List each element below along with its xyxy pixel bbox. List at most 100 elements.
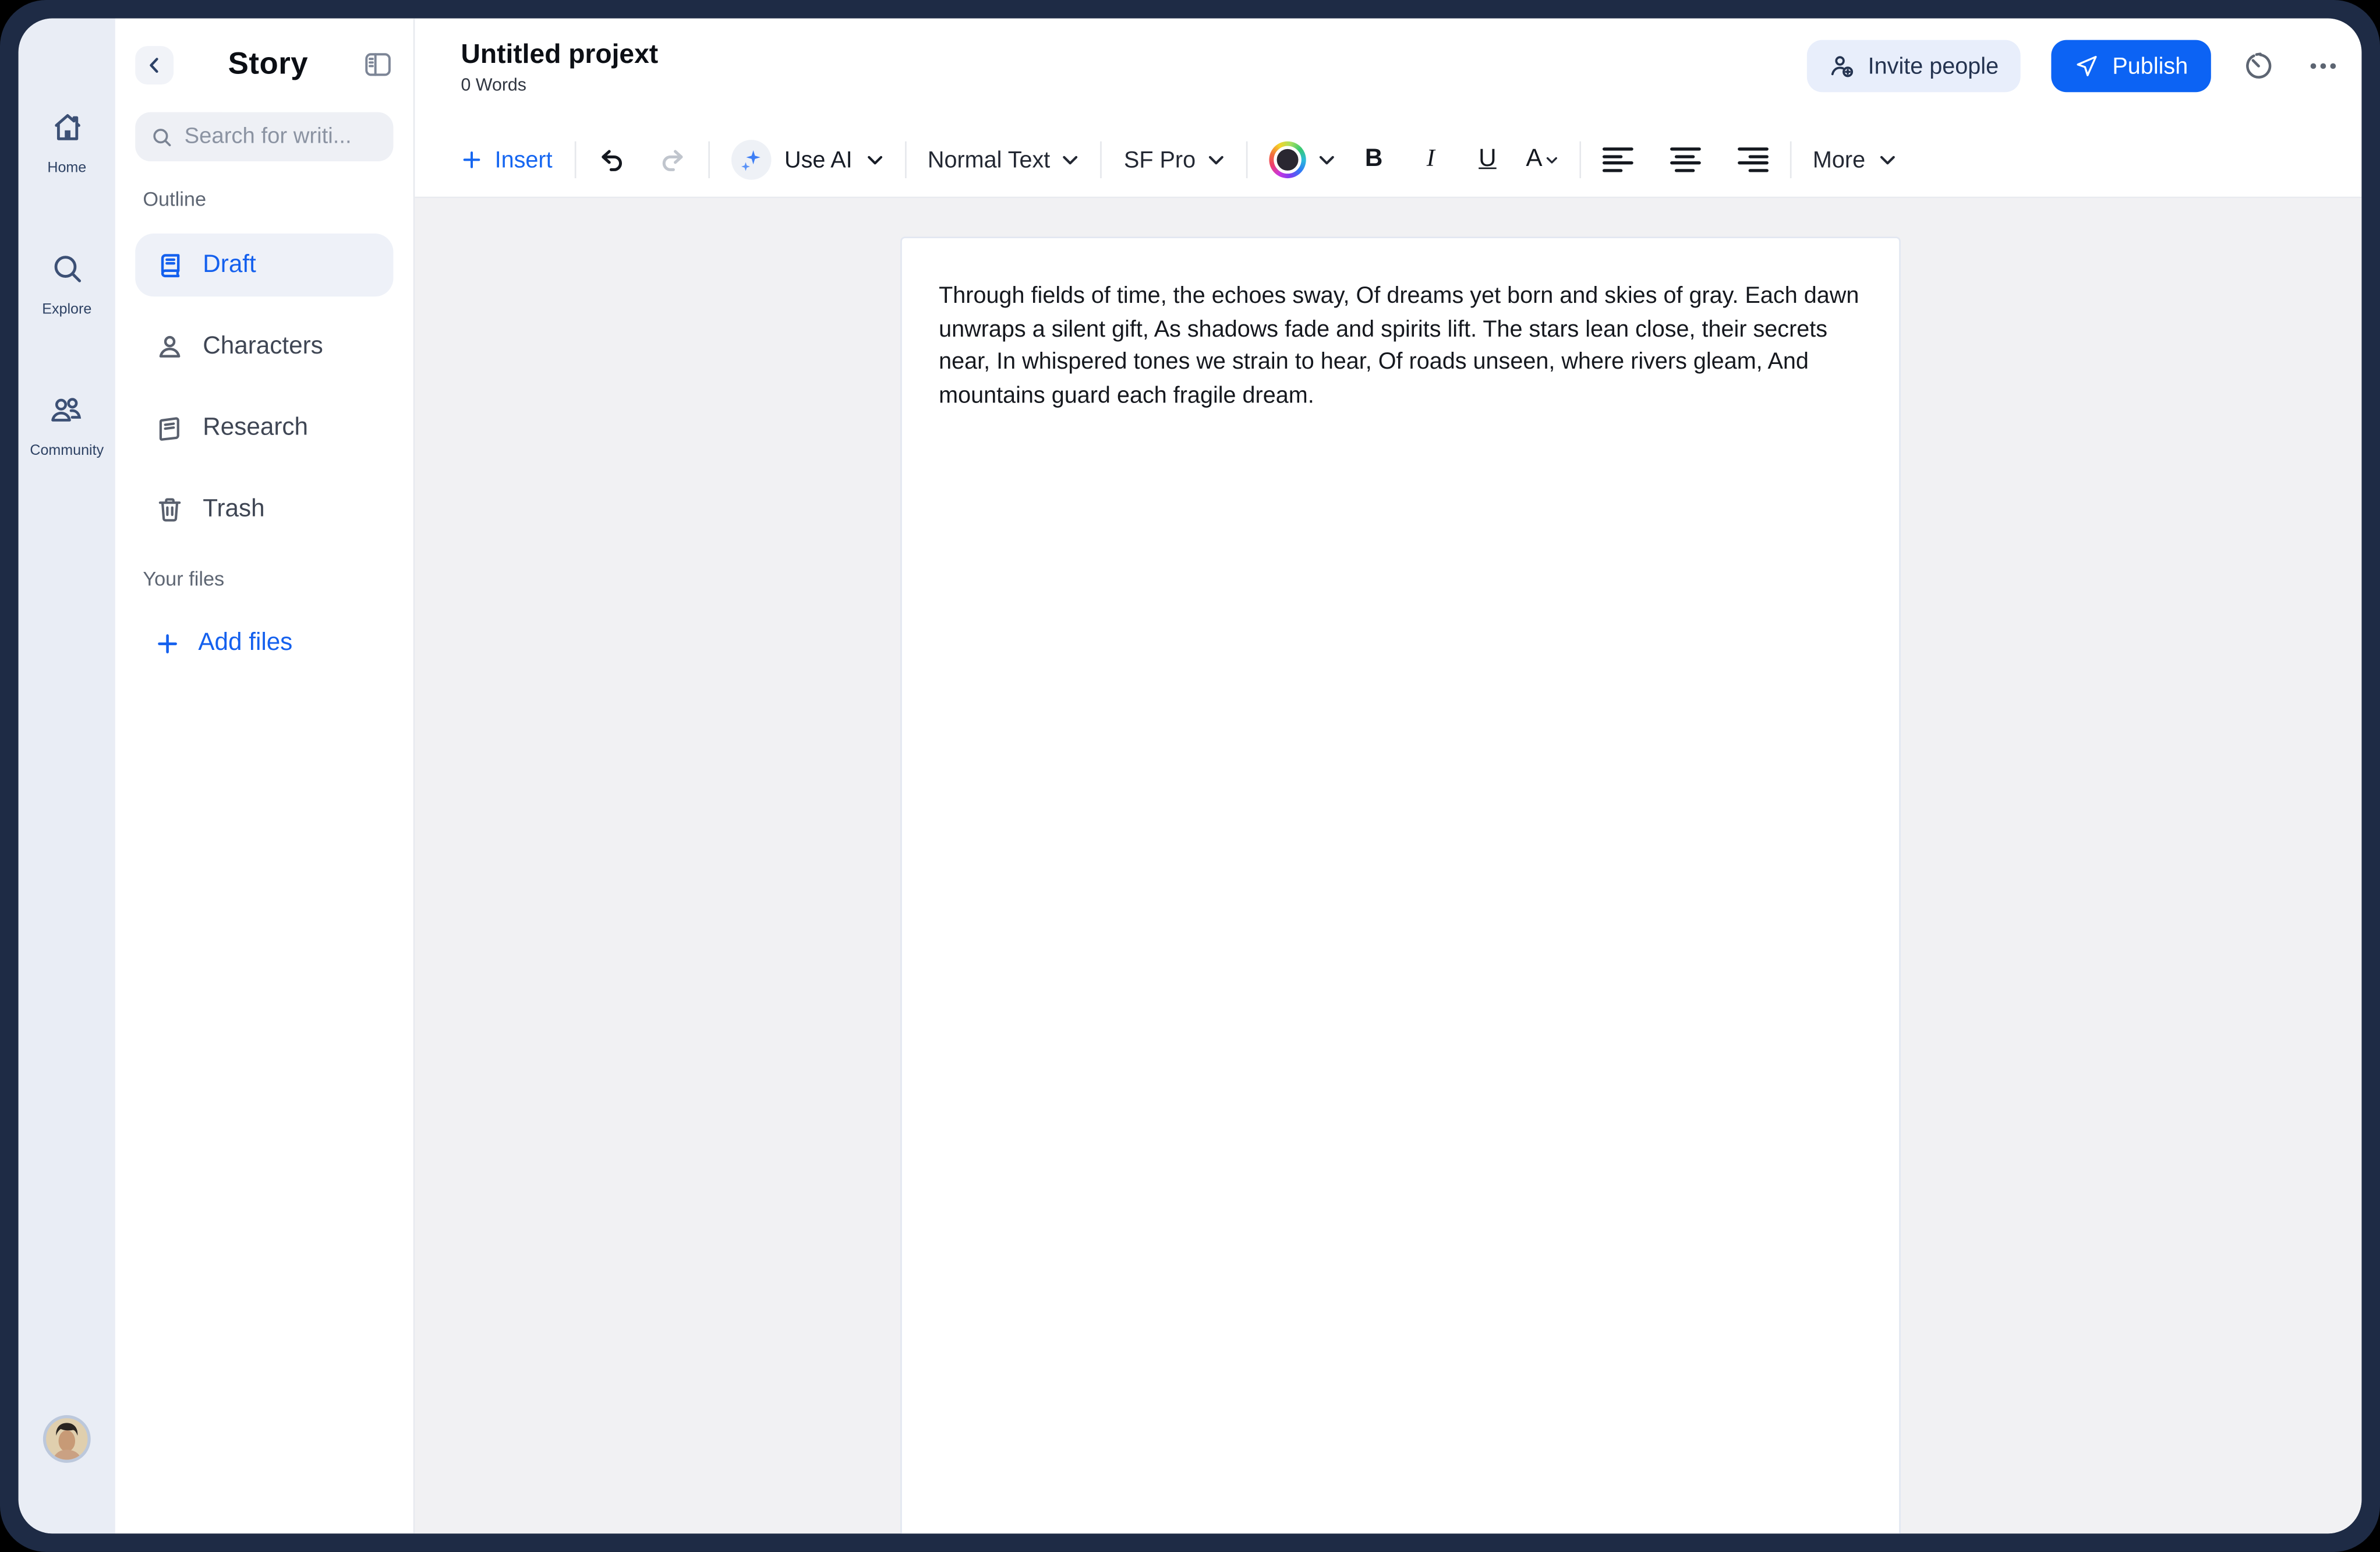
italic-button[interactable]: I <box>1412 146 1449 174</box>
toolbar-divider <box>708 141 709 179</box>
bold-button[interactable]: B <box>1356 146 1392 174</box>
undo-button[interactable] <box>597 145 626 174</box>
search-input[interactable] <box>184 124 379 149</box>
toolbar-divider <box>1579 141 1581 179</box>
sidebar-item-label: Characters <box>203 333 323 359</box>
sidebar: Story Outline Draft Characters Research <box>115 18 415 1534</box>
user-avatar[interactable] <box>43 1415 91 1463</box>
plus-icon <box>158 634 177 653</box>
history-timer-button[interactable] <box>2242 49 2276 83</box>
more-dropdown[interactable]: More <box>1813 147 1896 173</box>
color-picker-button[interactable] <box>1269 141 1335 179</box>
chevron-left-icon <box>150 56 158 72</box>
outline-items: Draft Characters Research Trash <box>135 234 394 541</box>
window-frame: Home Explore Community Story Search for … <box>0 0 2380 1552</box>
person-add-icon <box>1831 56 1853 77</box>
sidebar-item-research[interactable]: Research <box>135 397 393 459</box>
send-icon <box>2076 55 2097 76</box>
rail-item-explore[interactable]: Explore <box>42 252 91 318</box>
plus-icon <box>463 151 480 168</box>
insert-button[interactable]: Insert <box>461 147 553 173</box>
rail-label-community: Community <box>30 442 104 459</box>
document-title[interactable]: Untitled projext <box>461 38 659 70</box>
person-icon <box>159 335 181 358</box>
document-header: Untitled projext 0 Words Invite people P… <box>415 19 2362 199</box>
redo-icon <box>662 149 682 171</box>
rail-label-home: Home <box>47 160 87 177</box>
nav-rail: Home Explore Community <box>18 18 115 1534</box>
sidebar-header: Story <box>135 45 393 85</box>
rail-item-community[interactable]: Community <box>30 393 104 459</box>
main-area: Untitled projext 0 Words Invite people P… <box>415 18 2362 1534</box>
timer-icon <box>2246 52 2272 79</box>
sidebar-item-characters[interactable]: Characters <box>135 315 393 378</box>
ellipsis-icon <box>2310 63 2336 69</box>
chevron-down-icon <box>1209 155 1224 164</box>
color-wheel-icon <box>1269 141 1307 179</box>
align-left-button[interactable] <box>1602 147 1633 172</box>
home-icon <box>50 111 84 152</box>
screen: Home Explore Community Story Search for … <box>0 0 2380 1552</box>
title-block: Untitled projext 0 Words <box>461 38 659 96</box>
notebook-icon <box>159 417 179 441</box>
undo-icon <box>600 149 621 171</box>
more-label: More <box>1812 146 1866 173</box>
toolbar-divider <box>904 141 906 179</box>
sidebar-search[interactable] <box>135 112 394 162</box>
add-files-button[interactable]: Add files <box>135 630 393 657</box>
text-style-dropdown[interactable]: Normal Text <box>928 147 1080 173</box>
explore-search-icon <box>50 252 84 294</box>
publish-label: Publish <box>2112 53 2188 79</box>
trash-icon <box>158 498 181 522</box>
document-text[interactable]: Through fields of time, the echoes sway,… <box>939 280 1862 412</box>
app-window: Home Explore Community Story Search for … <box>18 18 2362 1534</box>
outline-section-label: Outline <box>143 187 207 211</box>
sidebar-item-label: Trash <box>203 495 265 522</box>
underline-button[interactable]: U <box>1469 146 1506 174</box>
font-dropdown[interactable]: SF Pro <box>1124 147 1225 173</box>
document-page[interactable]: Through fields of time, the echoes sway,… <box>900 236 1901 1534</box>
sidebar-item-trash[interactable]: Trash <box>135 478 393 541</box>
word-count: 0 Words <box>461 76 526 96</box>
sidebar-item-label: Research <box>203 414 308 440</box>
rail-label-explore: Explore <box>42 301 92 319</box>
font-value: SF Pro <box>1123 146 1196 173</box>
toolbar-divider <box>1790 141 1791 179</box>
formatting-toolbar: Insert Use AI Normal Text SF Pro B I U A… <box>461 135 1896 184</box>
panel-layout-icon <box>365 53 391 76</box>
header-actions: Invite people Publish <box>1806 40 2340 93</box>
chevron-down-icon <box>1880 155 1895 164</box>
text-style-value: Normal Text <box>927 146 1051 173</box>
publish-button[interactable]: Publish <box>2050 40 2211 93</box>
toolbar-divider <box>574 141 576 179</box>
use-ai-label: Use AI <box>784 146 853 173</box>
back-button[interactable] <box>135 45 174 84</box>
sparkles-icon <box>730 140 771 180</box>
invite-people-button[interactable]: Invite people <box>1806 40 2021 93</box>
chevron-down-icon <box>1063 155 1078 164</box>
sidebar-title: Story <box>228 47 309 81</box>
chevron-down-icon <box>1320 155 1335 164</box>
add-files-label: Add files <box>198 630 293 656</box>
community-people-icon <box>50 393 84 434</box>
text-color-button[interactable]: A <box>1526 146 1558 174</box>
align-center-button[interactable] <box>1670 147 1701 172</box>
chevron-down-icon <box>867 155 882 164</box>
text-color-letter: A <box>1526 146 1543 172</box>
use-ai-button[interactable]: Use AI <box>730 140 883 180</box>
editor-canvas: Through fields of time, the echoes sway,… <box>415 198 2362 1534</box>
search-icon <box>153 128 171 146</box>
your-files-section-label: Your files <box>143 567 225 591</box>
invite-people-label: Invite people <box>1868 53 1999 79</box>
book-icon <box>161 254 180 278</box>
toolbar-divider <box>1101 141 1102 179</box>
sidebar-item-draft[interactable]: Draft <box>135 234 394 297</box>
align-right-button[interactable] <box>1737 147 1769 172</box>
redo-button[interactable] <box>657 145 686 174</box>
more-options-button[interactable] <box>2306 49 2340 83</box>
rail-item-home[interactable]: Home <box>47 111 86 176</box>
toggle-sidebar-button[interactable] <box>363 49 394 80</box>
toolbar-divider <box>1246 141 1248 179</box>
sidebar-item-label: Draft <box>203 251 256 278</box>
insert-label: Insert <box>494 146 553 173</box>
